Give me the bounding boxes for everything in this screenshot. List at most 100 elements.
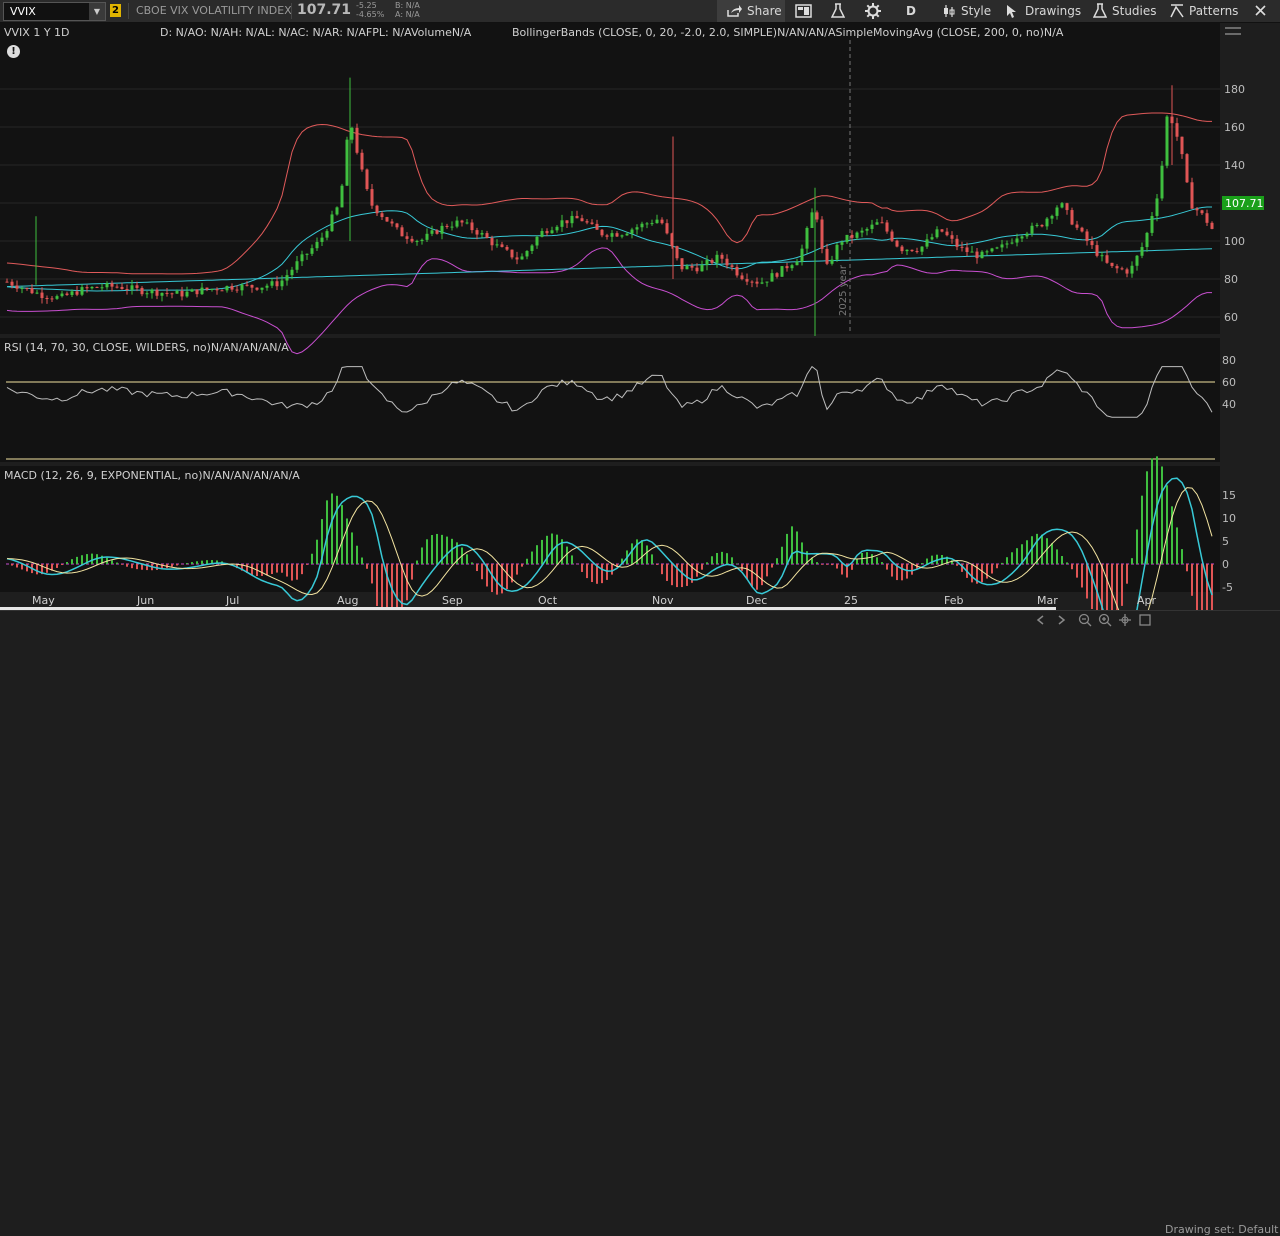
candle-body — [5, 281, 9, 283]
price-panel-title: VVIX 1 Y 1D — [4, 26, 70, 39]
scroll-left-icon[interactable] — [1035, 614, 1047, 626]
candle-body — [1125, 269, 1129, 274]
rsi-axis-tick: 80 — [1222, 354, 1236, 367]
reset-zoom-icon[interactable] — [1138, 613, 1152, 627]
candle-body — [220, 290, 224, 292]
candle-body — [840, 242, 844, 245]
candle-body — [1035, 224, 1039, 226]
candle-body — [335, 207, 339, 215]
zoom-in-icon[interactable] — [1098, 613, 1112, 627]
drawing-set-label[interactable]: Drawing set: Default — [1165, 1223, 1278, 1236]
x-axis-label: Oct — [538, 594, 558, 607]
candle-body — [860, 230, 864, 233]
x-axis-label: Nov — [652, 594, 674, 607]
status-bar: Drawing set: Default — [0, 610, 1280, 1236]
candle-body — [310, 248, 314, 254]
x-axis-label: Apr — [1137, 594, 1157, 607]
zoom-out-icon[interactable] — [1078, 613, 1092, 627]
candle-body — [235, 289, 239, 291]
x-axis-label: Feb — [944, 594, 963, 607]
candle-body — [275, 281, 279, 287]
candle-body — [915, 251, 919, 253]
candle-body — [190, 289, 194, 292]
candle-body — [560, 220, 564, 227]
candle-body — [885, 222, 889, 232]
candle-body — [880, 222, 884, 224]
candle-body — [135, 285, 139, 288]
candle-body — [815, 212, 819, 220]
candle-body — [250, 284, 254, 288]
candle-body — [330, 214, 334, 232]
candle-body — [110, 283, 114, 287]
candle-body — [895, 240, 899, 247]
candle-body — [1045, 218, 1049, 227]
candle-body — [20, 288, 24, 290]
candle-body — [730, 265, 734, 267]
candle-body — [370, 189, 374, 206]
candle-body — [835, 244, 839, 260]
studies-line: BollingerBands (CLOSE, 0, 20, -2.0, 2.0,… — [512, 26, 1064, 39]
candle-body — [1100, 255, 1104, 257]
bollinger-middle-line — [6, 206, 1212, 292]
candle-body — [680, 258, 684, 270]
candle-body — [940, 229, 944, 232]
alert-icon[interactable]: ! — [7, 45, 20, 58]
chart-canvas: May Jun Jul Aug Sep Oct Nov Dec 25 Feb Mar Apr 180 16… — [0, 40, 1264, 628]
price-candles — [5, 77, 1214, 336]
candle-body — [350, 127, 354, 140]
candle-body — [970, 251, 974, 253]
candle-body — [750, 281, 754, 283]
candle-body — [745, 279, 749, 282]
candle-body — [320, 237, 324, 242]
price-axis-tick: 100 — [1224, 235, 1245, 248]
candle-body — [1025, 233, 1029, 237]
pan-icon[interactable] — [1118, 613, 1132, 627]
collapse-panel-icon[interactable] — [1224, 24, 1242, 38]
candle-body — [655, 219, 659, 224]
macd-axis-tick: 0 — [1222, 558, 1229, 571]
candle-body — [105, 283, 109, 288]
candle-body — [425, 233, 429, 240]
candle-body — [1010, 242, 1014, 244]
candle-body — [90, 286, 94, 289]
candle-body — [705, 260, 709, 265]
candle-body — [30, 288, 34, 294]
scroll-right-icon[interactable] — [1055, 614, 1067, 626]
candle-body — [955, 238, 959, 247]
candle-body — [460, 220, 464, 223]
price-axis-tick: 80 — [1224, 273, 1238, 286]
candle-body — [1020, 236, 1024, 239]
candle-body — [125, 288, 129, 290]
candle-body — [1135, 255, 1139, 266]
candle-body — [845, 234, 849, 243]
candle-body — [1000, 244, 1004, 248]
candle-body — [605, 235, 609, 237]
candle-body — [280, 280, 284, 287]
candle-body — [505, 246, 509, 250]
candle-body — [120, 286, 124, 289]
candle-body — [155, 289, 159, 296]
candle-body — [610, 233, 614, 237]
candle-body — [890, 231, 894, 241]
candle-body — [1060, 203, 1064, 208]
candle-body — [865, 228, 869, 231]
candle-body — [710, 260, 714, 263]
candle-body — [640, 223, 644, 228]
candle-body — [740, 275, 744, 280]
x-axis-label: May — [32, 594, 55, 607]
candle-body — [170, 293, 174, 295]
macd-axis-tick: -5 — [1222, 581, 1233, 594]
candle-body — [575, 215, 579, 219]
candle-body — [270, 281, 274, 286]
candle-body — [260, 287, 264, 290]
candle-body — [315, 241, 319, 249]
candle-body — [545, 231, 549, 234]
candle-body — [390, 221, 394, 224]
candle-body — [455, 220, 459, 227]
candle-body — [580, 218, 584, 222]
candle-body — [720, 254, 724, 259]
candle-body — [245, 284, 249, 286]
candle-body — [1155, 198, 1159, 216]
candle-body — [210, 288, 214, 290]
candle-body — [355, 127, 359, 153]
